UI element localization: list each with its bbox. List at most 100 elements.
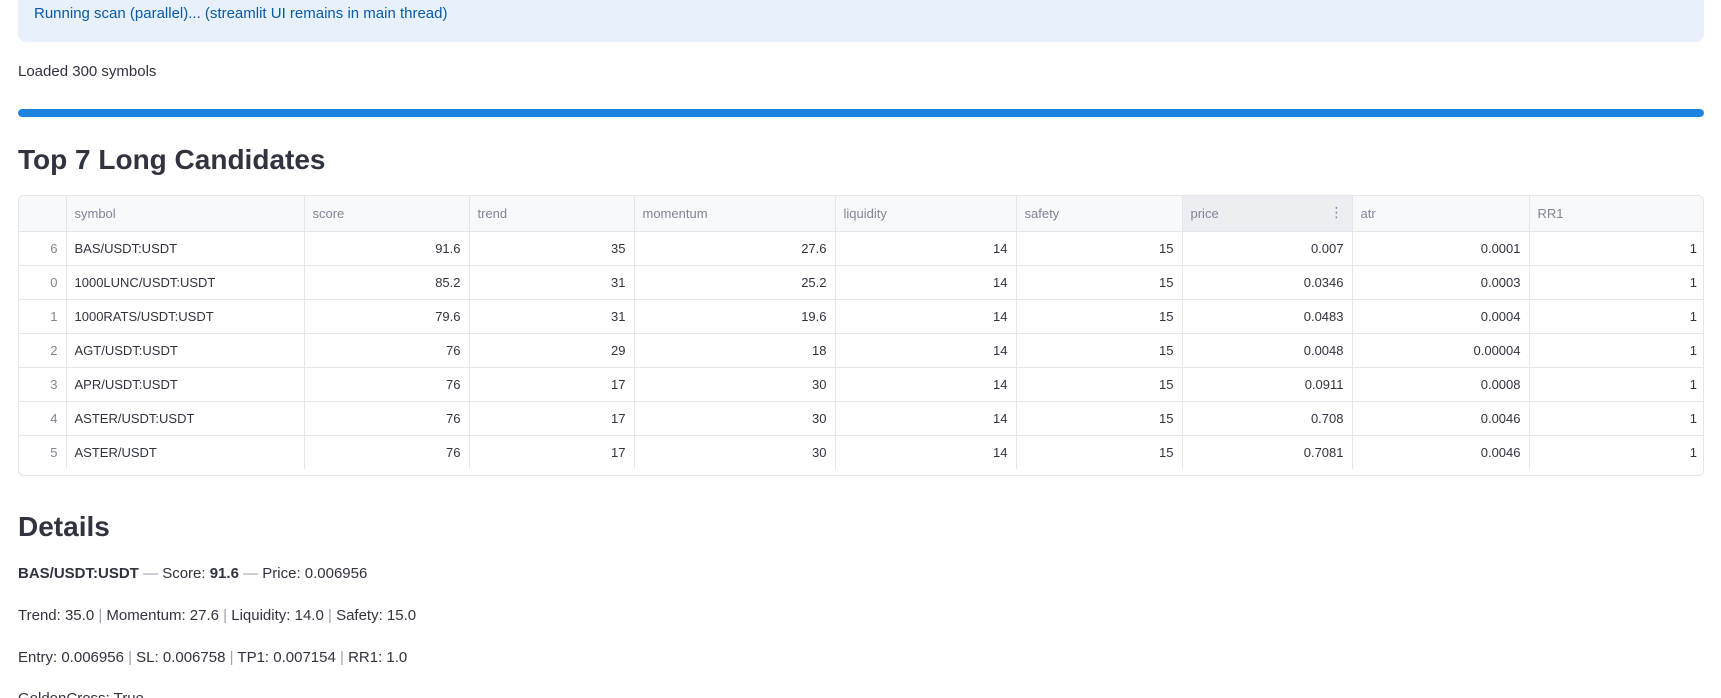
table-row[interactable]: 5 ASTER/USDT 76 17 30 14 15 0.7081 0.0046 1 (19, 435, 1703, 469)
progress-bar-fill (18, 109, 1704, 117)
cell-momentum[interactable]: 30 (634, 401, 836, 436)
column-header-rr1[interactable]: RR1 (1529, 196, 1703, 232)
table-row[interactable]: 1 1000RATS/USDT:USDT 79.6 31 19.6 14 15 0.0483 0… (19, 299, 1703, 334)
cell-rr1[interactable]: 1 (1529, 367, 1703, 402)
cell-symbol[interactable]: AGT/USDT:USDT (66, 333, 305, 368)
cell-symbol[interactable]: ASTER/USDT (66, 435, 305, 469)
column-header-atr[interactable]: atr (1352, 196, 1530, 232)
details-sl: SL: 0.006758 (136, 649, 226, 666)
cell-liquidity[interactable]: 14 (835, 299, 1017, 334)
cell-rr1[interactable]: 1 (1529, 231, 1703, 266)
cell-price[interactable]: 0.7081 (1182, 435, 1353, 469)
cell-momentum[interactable]: 18 (634, 333, 836, 368)
kebab-menu-icon[interactable]: ⋮ (1330, 205, 1344, 219)
column-header-price-label: price (1190, 205, 1219, 221)
cell-price[interactable]: 0.708 (1182, 401, 1353, 436)
table-header-row: symbol score trend momentum liquidity sa… (19, 196, 1703, 232)
cell-symbol[interactable]: 1000LUNC/USDT:USDT (66, 265, 305, 300)
cell-atr[interactable]: 0.0001 (1352, 231, 1530, 266)
cell-momentum[interactable]: 19.6 (634, 299, 836, 334)
cell-liquidity[interactable]: 14 (835, 401, 1017, 436)
cell-atr[interactable]: 0.0008 (1352, 367, 1530, 402)
separator-pipe: | (98, 607, 103, 624)
cell-score[interactable]: 76 (304, 435, 470, 469)
cell-index[interactable]: 2 (19, 333, 67, 368)
cell-momentum[interactable]: 30 (634, 367, 836, 402)
loaded-symbols-text: Loaded 300 symbols (18, 63, 157, 80)
cell-score[interactable]: 76 (304, 367, 470, 402)
cell-atr[interactable]: 0.0003 (1352, 265, 1530, 300)
cell-momentum[interactable]: 27.6 (634, 231, 836, 266)
details-price: Price: 0.006956 (262, 565, 368, 582)
cell-trend[interactable]: 17 (469, 401, 635, 436)
cell-liquidity[interactable]: 14 (835, 231, 1017, 266)
cell-safety[interactable]: 15 (1016, 231, 1183, 266)
cell-rr1[interactable]: 1 (1529, 265, 1703, 300)
cell-momentum[interactable]: 30 (634, 435, 836, 469)
info-message: Running scan (parallel)... (streamlit UI… (34, 5, 448, 22)
cell-index[interactable]: 3 (19, 367, 67, 402)
progress-bar (18, 109, 1704, 117)
cell-symbol[interactable]: BAS/USDT:USDT (66, 231, 305, 266)
cell-symbol[interactable]: 1000RATS/USDT:USDT (66, 299, 305, 334)
cell-safety[interactable]: 15 (1016, 265, 1183, 300)
cell-rr1[interactable]: 1 (1529, 333, 1703, 368)
cell-trend[interactable]: 31 (469, 299, 635, 334)
cell-trend[interactable]: 29 (469, 333, 635, 368)
cell-safety[interactable]: 15 (1016, 333, 1183, 368)
cell-safety[interactable]: 15 (1016, 401, 1183, 436)
cell-symbol[interactable]: ASTER/USDT:USDT (66, 401, 305, 436)
cell-price[interactable]: 0.0911 (1182, 367, 1353, 402)
cell-trend[interactable]: 17 (469, 367, 635, 402)
cell-atr[interactable]: 0.0004 (1352, 299, 1530, 334)
cell-trend[interactable]: 17 (469, 435, 635, 469)
column-header-symbol[interactable]: symbol (66, 196, 305, 232)
page: Running scan (parallel)... (streamlit UI… (0, 0, 1721, 698)
cell-index[interactable]: 5 (19, 435, 67, 469)
cell-price[interactable]: 0.007 (1182, 231, 1353, 266)
cell-safety[interactable]: 15 (1016, 435, 1183, 469)
cell-atr[interactable]: 0.0046 (1352, 435, 1530, 469)
cell-price[interactable]: 0.0483 (1182, 299, 1353, 334)
cell-safety[interactable]: 15 (1016, 367, 1183, 402)
details-trend: Trend: 35.0 (18, 607, 95, 624)
column-header-trend[interactable]: trend (469, 196, 635, 232)
table-row[interactable]: 6 BAS/USDT:USDT 91.6 35 27.6 14 15 0.007 0.0001 1 (19, 231, 1703, 266)
table-row[interactable]: 3 APR/USDT:USDT 76 17 30 14 15 0.0911 0.0008 1 (19, 367, 1703, 402)
column-header-safety[interactable]: safety (1016, 196, 1183, 232)
top-candidates-heading: Top 7 Long Candidates (18, 144, 326, 175)
cell-score[interactable]: 76 (304, 333, 470, 368)
cell-liquidity[interactable]: 14 (835, 333, 1017, 368)
cell-trend[interactable]: 31 (469, 265, 635, 300)
cell-safety[interactable]: 15 (1016, 299, 1183, 334)
cell-symbol[interactable]: APR/USDT:USDT (66, 367, 305, 402)
cell-index[interactable]: 1 (19, 299, 67, 334)
cell-price[interactable]: 0.0346 (1182, 265, 1353, 300)
cell-score[interactable]: 79.6 (304, 299, 470, 334)
cell-index[interactable]: 6 (19, 231, 67, 266)
table-row[interactable]: 0 1000LUNC/USDT:USDT 85.2 31 25.2 14 15 0.0346 0… (19, 265, 1703, 300)
column-header-score[interactable]: score (304, 196, 470, 232)
cell-index[interactable]: 4 (19, 401, 67, 436)
cell-momentum[interactable]: 25.2 (634, 265, 836, 300)
cell-index[interactable]: 0 (19, 265, 67, 300)
table-row[interactable]: 4 ASTER/USDT:USDT 76 17 30 14 15 0.708 0.0046 1 (19, 401, 1703, 436)
cell-liquidity[interactable]: 14 (835, 435, 1017, 469)
table-row[interactable]: 2 AGT/USDT:USDT 76 29 18 14 15 0.0048 0.00004 1 (19, 333, 1703, 368)
cell-rr1[interactable]: 1 (1529, 435, 1703, 469)
cell-atr[interactable]: 0.0046 (1352, 401, 1530, 436)
cell-rr1[interactable]: 1 (1529, 299, 1703, 334)
cell-liquidity[interactable]: 14 (835, 367, 1017, 402)
cell-atr[interactable]: 0.00004 (1352, 333, 1530, 368)
candidates-table[interactable]: symbol score trend momentum liquidity sa… (18, 195, 1704, 476)
column-header-liquidity[interactable]: liquidity (835, 196, 1017, 232)
cell-liquidity[interactable]: 14 (835, 265, 1017, 300)
cell-price[interactable]: 0.0048 (1182, 333, 1353, 368)
cell-score[interactable]: 85.2 (304, 265, 470, 300)
column-header-momentum[interactable]: momentum (634, 196, 836, 232)
cell-score[interactable]: 91.6 (304, 231, 470, 266)
cell-rr1[interactable]: 1 (1529, 401, 1703, 436)
cell-score[interactable]: 76 (304, 401, 470, 436)
column-header-price[interactable]: price ⋮ (1182, 196, 1353, 232)
cell-trend[interactable]: 35 (469, 231, 635, 266)
